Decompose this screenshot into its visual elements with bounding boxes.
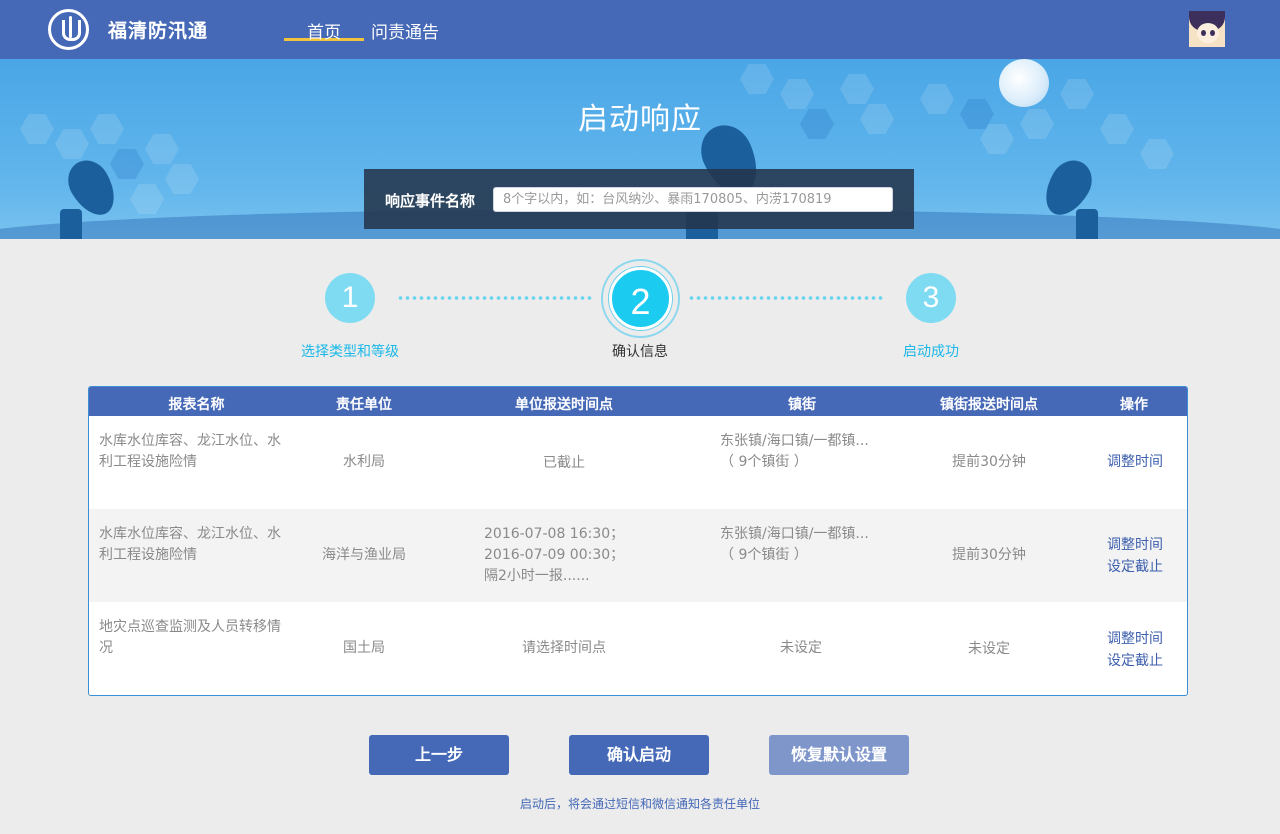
unit-time-select[interactable]: 请选择时间点 xyxy=(464,638,664,659)
step-connector xyxy=(688,296,884,300)
column-header: 责任单位 xyxy=(336,397,392,413)
column-header: 镇街报送时间点 xyxy=(940,397,1038,413)
town-report-time: 提前30分钟 xyxy=(952,454,1026,470)
event-name-input[interactable] xyxy=(493,187,893,212)
nav-home[interactable]: 首页 xyxy=(284,0,364,43)
report-name: 水库水位库容、龙江水位、水 利工程设施险情 xyxy=(99,433,281,470)
table-header: 报表名称 责任单位 单位报送时间点 镇街 镇街报送时间点 操作 xyxy=(89,387,1187,416)
column-header: 操作 xyxy=(1120,397,1148,413)
town-list: 东张镇/海口镇/一都镇... （ 9个镇街 ） xyxy=(720,526,869,563)
table-row: 地灾点巡查监测及人员转移情况 国土局 请选择时间点 未设定 未设定 调整时间 设… xyxy=(89,602,1187,695)
notification-note: 启动后，将会通过短信和微信通知各责任单位 xyxy=(519,797,760,811)
town-report-time: 提前30分钟 xyxy=(952,547,1026,563)
top-nav-bar: 福清防汛通 首页 问责通告 xyxy=(0,0,1280,59)
brand-name: 福清防汛通 xyxy=(108,20,209,42)
event-name-panel: 响应事件名称 xyxy=(364,169,914,229)
unit-report-time: 2016-07-08 16:30； 2016-07-09 00:30； 隔2小时一报… xyxy=(484,526,625,584)
step-1-circle: 1 xyxy=(325,273,375,323)
adjust-time-link[interactable]: 调整时间 xyxy=(1093,451,1177,473)
adjust-time-link[interactable]: 调整时间 xyxy=(1093,534,1177,556)
set-deadline-link[interactable]: 设定截止 xyxy=(1093,650,1177,672)
step-2-circle: 2 xyxy=(609,267,672,330)
page-title: 启动响应 xyxy=(578,102,702,137)
previous-step-button[interactable]: 上一步 xyxy=(369,735,509,775)
town-report-time: 未设定 xyxy=(968,641,1010,657)
adjust-time-link[interactable]: 调整时间 xyxy=(1093,628,1177,650)
report-table: 报表名称 责任单位 单位报送时间点 镇街 镇街报送时间点 操作 水库水位库容、龙… xyxy=(88,386,1188,696)
logo-icon xyxy=(48,9,89,50)
unit-report-time: 已截止 xyxy=(543,455,585,471)
step-1-label: 选择类型和等级 xyxy=(301,344,399,360)
table-row: 水库水位库容、龙江水位、水 利工程设施险情 水利局 已截止 东张镇/海口镇/一都镇… xyxy=(89,416,1187,509)
responsible-unit: 水利局 xyxy=(343,454,385,470)
town-list: 未设定 xyxy=(780,640,822,656)
report-name: 地灾点巡查监测及人员转移情况 xyxy=(99,619,281,656)
banner: 启动响应 响应事件名称 xyxy=(0,59,1280,239)
step-2-label: 确认信息 xyxy=(612,344,668,360)
column-header: 报表名称 xyxy=(168,397,225,413)
responsible-unit: 海洋与渔业局 xyxy=(322,547,406,563)
event-name-label: 响应事件名称 xyxy=(385,192,476,210)
restore-defaults-button[interactable]: 恢复默认设置 xyxy=(769,735,909,775)
set-deadline-link[interactable]: 设定截止 xyxy=(1093,556,1177,578)
step-3-circle: 3 xyxy=(906,273,956,323)
confirm-start-button[interactable]: 确认启动 xyxy=(569,735,709,775)
step-3-label: 启动成功 xyxy=(903,344,959,360)
nav-notice[interactable]: 问责通告 xyxy=(371,18,439,43)
user-avatar[interactable] xyxy=(1189,11,1225,47)
step-connector xyxy=(397,296,593,300)
report-name: 水库水位库容、龙江水位、水 利工程设施险情 xyxy=(99,526,281,563)
responsible-unit: 国土局 xyxy=(343,640,385,656)
column-header: 镇街 xyxy=(788,397,816,413)
table-row: 水库水位库容、龙江水位、水 利工程设施险情 海洋与渔业局 2016-07-08 1… xyxy=(89,509,1187,602)
column-header: 单位报送时间点 xyxy=(515,397,613,413)
town-list: 东张镇/海口镇/一都镇... （ 9个镇街 ） xyxy=(720,433,869,470)
